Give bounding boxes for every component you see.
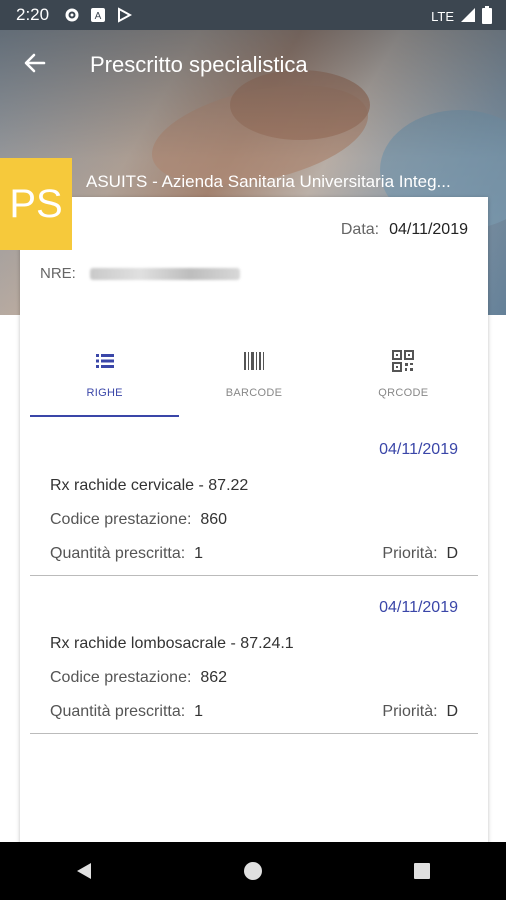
item-date: 04/11/2019 [379, 599, 458, 616]
nav-recents-button[interactable] [397, 846, 447, 896]
status-bar: 2:20 A LTE [0, 0, 506, 30]
back-button[interactable] [20, 48, 50, 78]
divider [30, 733, 478, 734]
page-title: Prescritto specialistica [90, 52, 308, 77]
status-right: LTE [431, 6, 492, 27]
code-value: 860 [200, 511, 228, 528]
priority-value: D [446, 703, 458, 720]
nre-value-redacted [89, 267, 240, 280]
signal-icon [460, 7, 476, 26]
tab-barcode[interactable]: BARCODE [179, 345, 328, 417]
nav-back-button[interactable] [59, 846, 109, 896]
play-store-icon [116, 7, 133, 23]
item-code: Codice prestazione: 862 [50, 669, 227, 687]
code-label: Codice prestazione: [50, 669, 192, 686]
divider [30, 575, 478, 576]
item-date: 04/11/2019 [379, 441, 458, 458]
tab-qrcode[interactable]: QRCODE [329, 345, 478, 417]
priority-value: D [446, 545, 458, 562]
item-code: Codice prestazione: 860 [50, 511, 227, 529]
battery-icon [482, 6, 492, 27]
nav-home-button[interactable] [228, 846, 278, 896]
date-label: Data: [340, 221, 380, 238]
qty-label: Quantità prescritta: [50, 545, 186, 562]
status-icons: A [64, 7, 133, 23]
organization-name: ASUITS - Azienda Sanitaria Universitaria… [86, 172, 451, 191]
qty-label: Quantità prescritta: [50, 703, 186, 720]
code-value: 862 [200, 669, 228, 686]
date-value: 04/11/2019 [389, 221, 468, 238]
item-quantity: Quantità prescritta: 1 [50, 545, 203, 563]
square-recents-icon [413, 863, 430, 879]
qty-value: 1 [194, 545, 203, 562]
priority-label: Priorità: [382, 545, 438, 562]
prescription-type-badge: PS [0, 158, 72, 250]
nre-label: NRE: [40, 265, 76, 282]
svg-text:A: A [95, 11, 102, 22]
network-type: LTE [431, 9, 454, 24]
status-time: 2:20 [16, 5, 50, 24]
gear-icon [64, 7, 80, 23]
tab-bar: RIGHE BARCODE QRCODE [30, 345, 478, 417]
navigation-bar [0, 842, 506, 900]
item-priority: Priorità: D [382, 703, 458, 721]
prescription-card: Data: 04/11/2019 NRE: RIGHE BARCODE QRCO… [20, 197, 488, 847]
arrow-back-icon [24, 53, 46, 73]
prescription-date: Data: 04/11/2019 [341, 221, 468, 239]
tab-label: RIGHE [86, 387, 123, 399]
app-a-icon: A [90, 7, 106, 23]
qty-value: 1 [194, 703, 203, 720]
item-description: Rx rachide lombosacrale - 87.24.1 [50, 635, 294, 652]
tab-label: QRCODE [378, 387, 429, 399]
qrcode-icon [392, 350, 415, 372]
badge-text: PS [9, 181, 63, 226]
list-item[interactable]: 04/11/2019 Rx rachide lombosacrale - 87.… [30, 599, 478, 739]
triangle-back-icon [77, 863, 92, 879]
item-priority: Priorità: D [382, 545, 458, 563]
list-item[interactable]: 04/11/2019 Rx rachide cervicale - 87.22 … [30, 441, 478, 581]
code-label: Codice prestazione: [50, 511, 192, 528]
nre-row: NRE: [40, 265, 240, 282]
item-description: Rx rachide cervicale - 87.22 [50, 477, 249, 494]
tab-label: BARCODE [225, 387, 283, 399]
circle-home-icon [243, 862, 262, 880]
tab-righe[interactable]: RIGHE [30, 345, 180, 417]
priority-label: Priorità: [382, 703, 438, 720]
item-quantity: Quantità prescritta: 1 [50, 703, 203, 721]
barcode-icon [243, 352, 264, 370]
list-icon [95, 354, 114, 368]
